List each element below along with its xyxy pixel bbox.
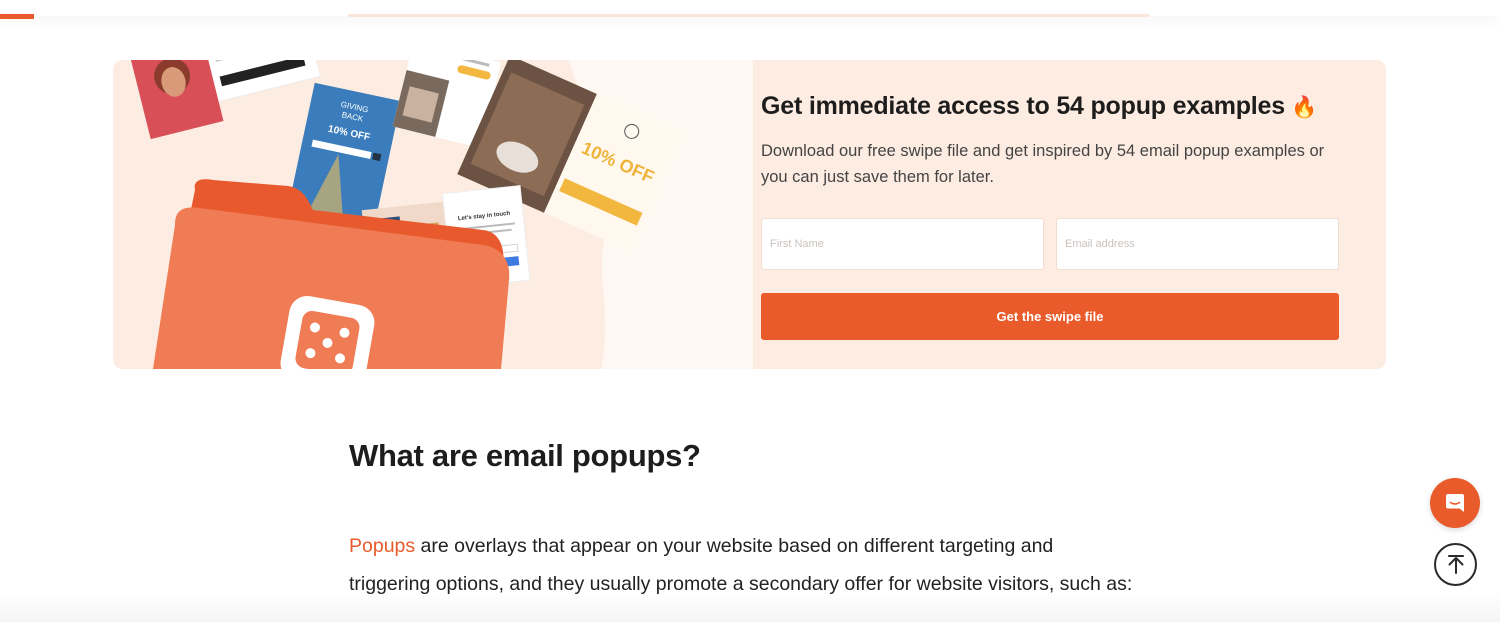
popup-examples-illustration: GIVING BACK 10% OFF 10% OFF Let's stay i… [128,60,753,369]
promo-title-text: Get immediate access to 54 popup example… [761,92,1285,120]
email-input[interactable] [1056,218,1339,270]
chat-launcher-button[interactable] [1430,478,1480,528]
article-paragraph-text: are overlays that appear on your website… [349,535,1133,595]
get-swipe-file-button[interactable]: Get the swipe file [761,293,1339,340]
top-divider [348,14,1150,17]
article-heading: What are email popups? [349,438,701,473]
article-section: What are email popups? Popups are overla… [349,438,1149,595]
popups-link[interactable]: Popups [349,535,415,557]
swipe-file-promo-banner: GIVING BACK 10% OFF 10% OFF Let's stay i… [113,60,1386,369]
page: GIVING BACK 10% OFF 10% OFF Let's stay i… [0,0,1500,622]
arrow-up-icon [1447,554,1464,574]
first-name-input[interactable] [761,218,1044,270]
scroll-to-top-button[interactable] [1434,543,1477,586]
promo-title: Get immediate access to 54 popup example… [761,92,1361,121]
chat-bubble-icon [1446,494,1464,512]
popup-card-portrait [128,60,322,140]
article-paragraph: Popups are overlays that appear on your … [349,527,1139,603]
promo-description: Download our free swipe file and get ins… [761,142,1325,186]
fire-emoji-icon: 🔥 [1290,96,1317,119]
reading-progress-indicator [0,14,34,19]
